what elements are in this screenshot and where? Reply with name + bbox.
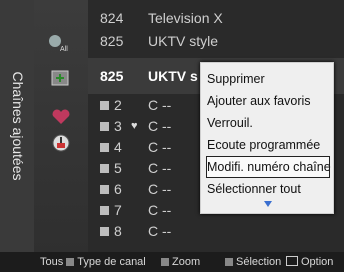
help-tous-text: Tous xyxy=(40,256,64,268)
channel-list-screen: Chaînes ajoutées All 824 Television X 82… xyxy=(0,0,344,272)
channel-row[interactable]: 825 UKTV style xyxy=(88,31,344,52)
channel-number: 7 xyxy=(114,202,122,218)
bottom-help-bar: Tous Type de canal Zoom Sélection Option xyxy=(0,252,344,272)
channel-number: 5 xyxy=(114,160,122,176)
scroll-down-arrow-icon[interactable] xyxy=(264,201,272,207)
menu-item-verrouil[interactable]: Verrouil. xyxy=(207,113,329,133)
channel-type-icon xyxy=(100,122,109,131)
channel-name: C -- xyxy=(148,160,172,176)
all-channels-icon[interactable]: All xyxy=(46,28,76,58)
menu-item-ecoute-programmee[interactable]: Ecoute programmée xyxy=(207,135,329,155)
channel-name: C -- xyxy=(148,223,172,239)
channel-number: 4 xyxy=(114,139,122,155)
help-zoom[interactable]: Zoom xyxy=(158,252,200,272)
channel-row[interactable]: 824 Television X xyxy=(88,8,344,29)
channel-name: Television X xyxy=(148,10,223,26)
channel-name: UKTV s xyxy=(148,68,198,84)
channel-number: 6 xyxy=(114,181,122,197)
filter-icon-column: All xyxy=(34,0,88,252)
tools-icon xyxy=(286,256,298,266)
help-selection-text: Sélection xyxy=(236,256,282,268)
help-selection[interactable]: Sélection xyxy=(222,252,281,272)
context-menu: Supprimer Ajouter aux favoris Verrouil. … xyxy=(200,62,334,214)
menu-item-supprimer[interactable]: Supprimer xyxy=(207,69,329,89)
help-option-text: Option xyxy=(301,256,334,268)
channel-name: C -- xyxy=(148,97,172,113)
channel-type-icon xyxy=(100,227,109,236)
sidebar-title: Chaînes ajoutées xyxy=(10,71,26,181)
channel-number: 825 xyxy=(100,68,124,84)
help-type-canal-text: Type de canal xyxy=(77,256,146,268)
channel-number: 824 xyxy=(100,10,124,26)
all-label: All xyxy=(60,46,68,53)
green-button-icon xyxy=(161,258,169,266)
channel-type-icon xyxy=(100,164,109,173)
channel-number: 2 xyxy=(114,97,122,113)
channel-name: C -- xyxy=(148,139,172,155)
channel-type-icon xyxy=(100,206,109,215)
menu-item-modifier-numero[interactable]: Modifi. numéro chaîne xyxy=(206,156,331,178)
channel-type-icon xyxy=(100,185,109,194)
sidebar-title-panel: Chaînes ajoutées xyxy=(0,0,34,252)
programmed-clock-icon[interactable] xyxy=(46,128,76,158)
help-zoom-text: Zoom xyxy=(172,256,201,268)
menu-item-selectionner-tout[interactable]: Sélectionner tout xyxy=(207,179,329,199)
added-channels-icon[interactable] xyxy=(46,64,76,94)
channel-number: 8 xyxy=(114,223,122,239)
menu-item-ajouter-favoris[interactable]: Ajouter aux favoris xyxy=(207,91,329,111)
subchannel-row[interactable]: 8 C -- xyxy=(88,221,344,242)
channel-number: 3 xyxy=(114,118,122,134)
channel-name: C -- xyxy=(148,118,172,134)
channel-name: C -- xyxy=(148,202,172,218)
channel-number: 825 xyxy=(100,33,124,49)
red-button-icon xyxy=(66,258,75,266)
channel-name: UKTV style xyxy=(148,33,219,49)
channel-name: C -- xyxy=(148,181,172,197)
help-option[interactable]: Option xyxy=(286,252,333,272)
channel-type-icon xyxy=(100,143,109,152)
channel-type-icon xyxy=(100,101,109,110)
favorite-heart-icon: ♥ xyxy=(131,120,138,132)
help-type-canal[interactable]: Tous Type de canal xyxy=(40,252,146,272)
yellow-button-icon xyxy=(225,258,233,266)
